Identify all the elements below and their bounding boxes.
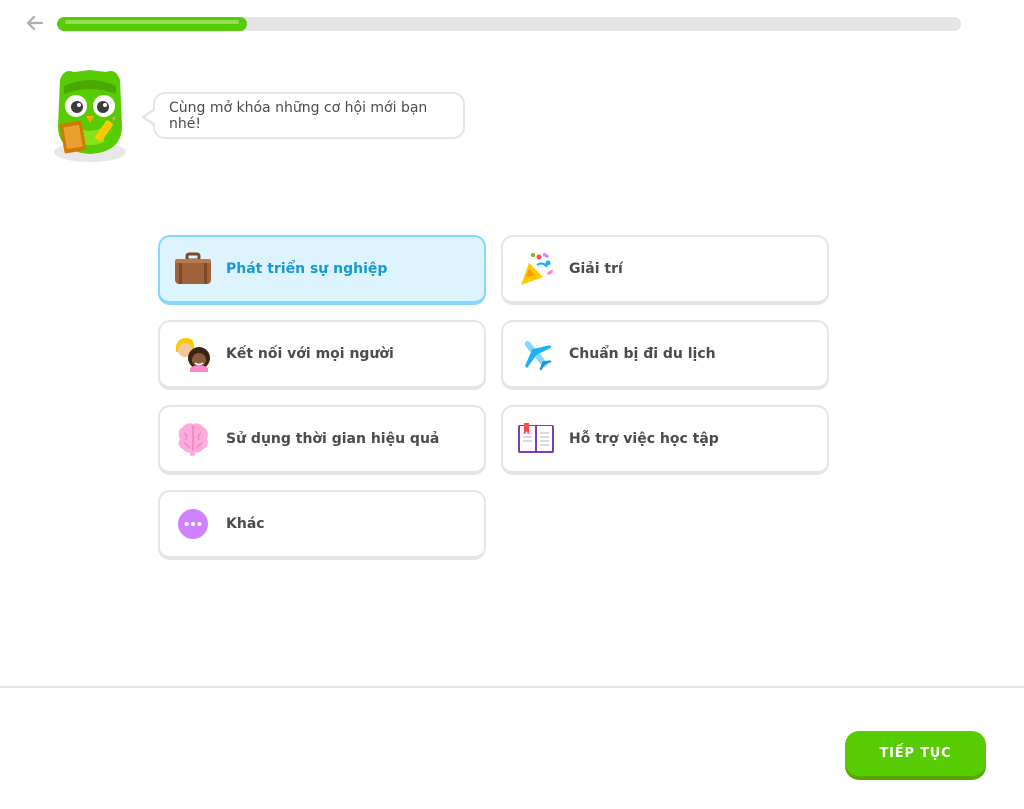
option-entertainment[interactable]: Giải trí bbox=[501, 235, 829, 305]
option-label: Giải trí bbox=[569, 261, 623, 277]
option-other[interactable]: Khác bbox=[158, 490, 486, 560]
footer-divider bbox=[0, 686, 1024, 688]
back-button[interactable] bbox=[24, 12, 46, 34]
option-label: Khác bbox=[226, 516, 265, 532]
brain-icon bbox=[174, 420, 212, 458]
continue-button-label: TIẾP TỤC bbox=[879, 746, 952, 761]
speech-bubble: Cùng mở khóa những cơ hội mới bạn nhé! bbox=[153, 92, 465, 139]
option-label: Phát triển sự nghiệp bbox=[226, 261, 388, 277]
more-dots-icon bbox=[174, 505, 212, 543]
continue-button[interactable]: TIẾP TỤC bbox=[845, 731, 986, 776]
owl-mascot-icon bbox=[54, 70, 126, 162]
option-label: Chuẩn bị đi du lịch bbox=[569, 346, 716, 362]
option-travel[interactable]: Chuẩn bị đi du lịch bbox=[501, 320, 829, 390]
onboarding-screen: Cùng mở khóa những cơ hội mới bạn nhé! P… bbox=[0, 0, 1024, 809]
option-label: Kết nối với mọi người bbox=[226, 346, 394, 362]
option-school[interactable]: Hỗ trợ việc học tập bbox=[501, 405, 829, 475]
progress-bar bbox=[57, 17, 961, 31]
option-label: Hỗ trợ việc học tập bbox=[569, 431, 719, 447]
airplane-icon bbox=[517, 335, 555, 373]
progress-bar-fill bbox=[57, 17, 247, 31]
arrow-left-icon bbox=[26, 15, 44, 31]
briefcase-icon bbox=[174, 250, 212, 288]
option-connect-people[interactable]: Kết nối với mọi người bbox=[158, 320, 486, 390]
option-use-time[interactable]: Sử dụng thời gian hiệu quả bbox=[158, 405, 486, 475]
party-popper-icon bbox=[517, 250, 555, 288]
option-label: Sử dụng thời gian hiệu quả bbox=[226, 431, 440, 447]
people-icon bbox=[174, 335, 212, 373]
book-icon bbox=[517, 420, 555, 458]
option-career[interactable]: Phát triển sự nghiệp bbox=[158, 235, 486, 305]
speech-text: Cùng mở khóa những cơ hội mới bạn nhé! bbox=[169, 99, 428, 132]
